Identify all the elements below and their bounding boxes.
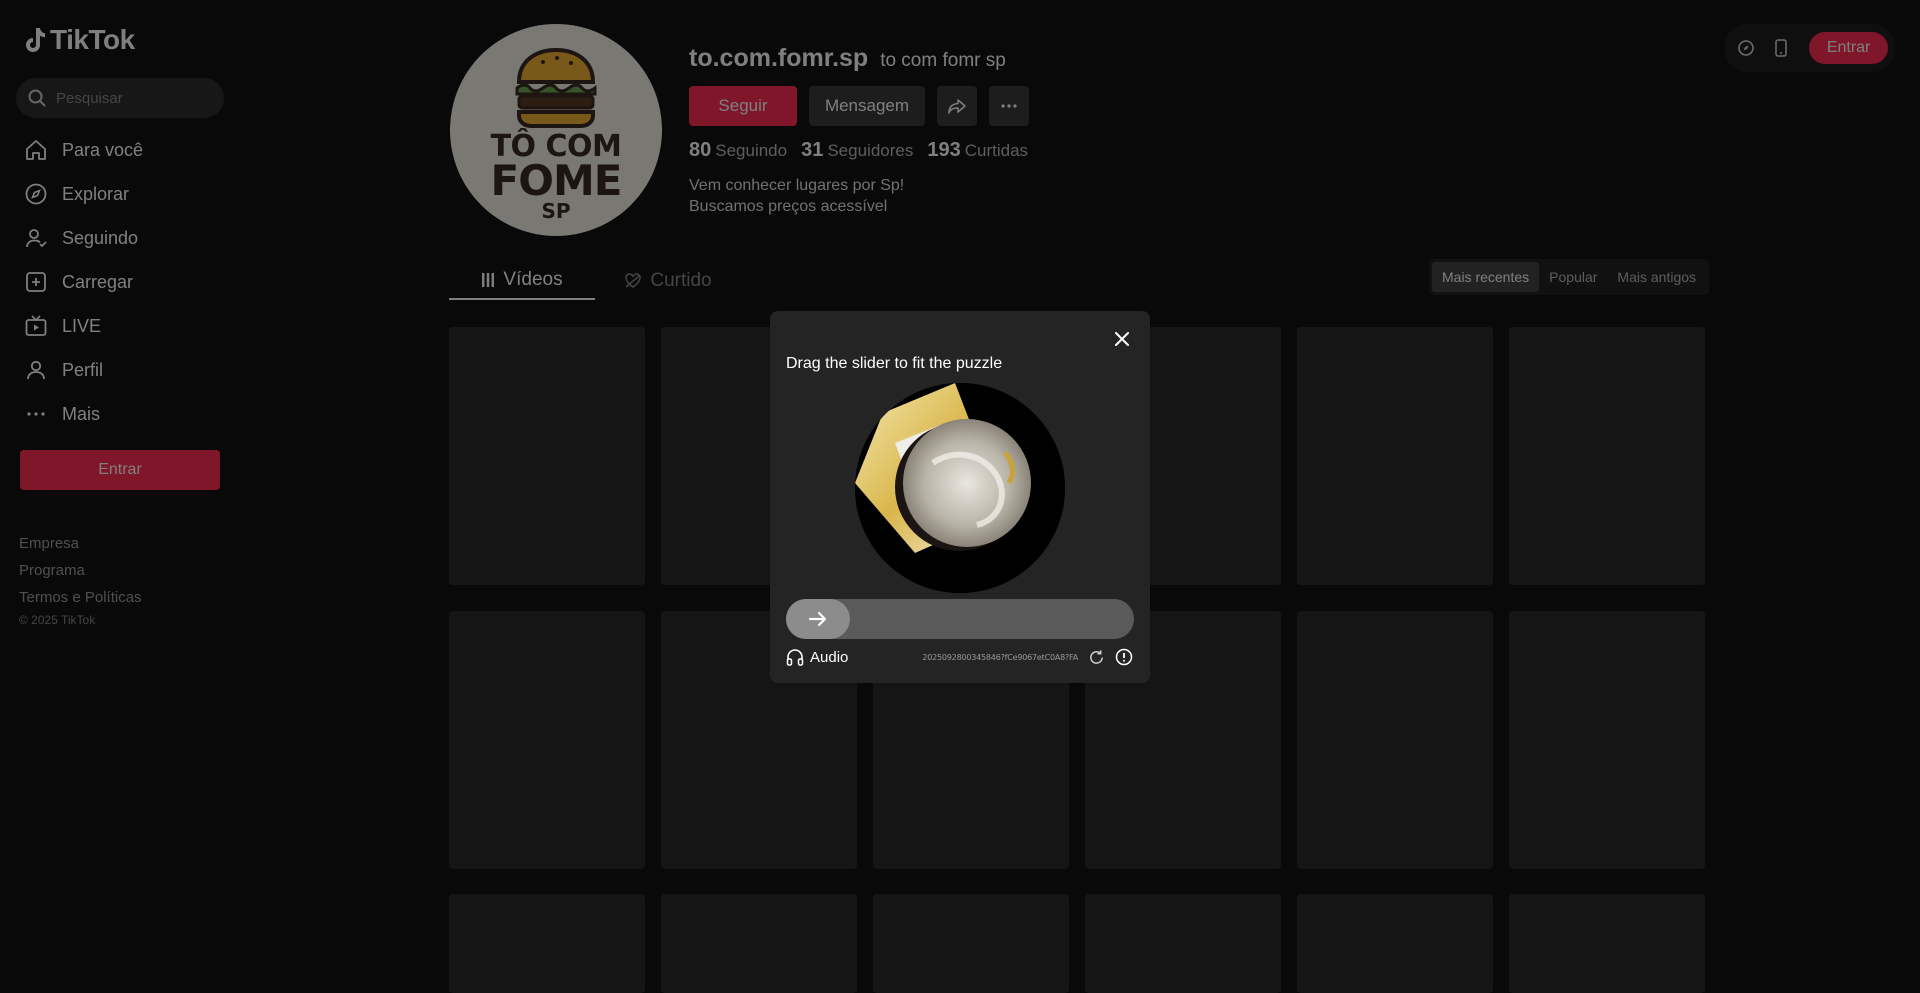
arrow-right-icon [808, 611, 827, 627]
puzzle-picture [855, 383, 1065, 593]
headphones-icon [786, 649, 804, 666]
captcha-modal: Drag the slider to fit the puzzle Audio … [770, 311, 1150, 683]
refresh-icon [1089, 649, 1103, 664]
puzzle-slider-track[interactable] [786, 599, 1134, 639]
close-icon [1115, 332, 1129, 346]
audio-label: Audio [810, 648, 849, 666]
captcha-footer: Audio 2025092800345846?fCe9067etC0A8?FA [786, 645, 1134, 669]
captcha-id: 2025092800345846?fCe9067etC0A8?FA [922, 652, 1078, 662]
refresh-button[interactable] [1086, 647, 1106, 667]
info-icon [1115, 648, 1133, 666]
info-button[interactable] [1114, 647, 1134, 667]
audio-button[interactable]: Audio [786, 648, 848, 666]
close-button[interactable] [1110, 327, 1134, 351]
puzzle-slider-handle[interactable] [786, 599, 850, 639]
captcha-title: Drag the slider to fit the puzzle [786, 355, 1003, 372]
puzzle-image [855, 383, 1065, 593]
